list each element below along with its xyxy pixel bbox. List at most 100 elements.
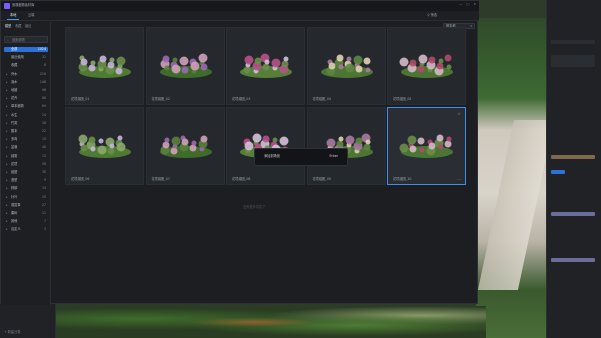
category-item[interactable]: 全部 1024: [4, 47, 48, 52]
asset-name: 花境组团_05: [393, 96, 412, 101]
chevron-right-icon: ▸: [6, 145, 8, 150]
asset-name: 花境组团_10: [393, 176, 412, 181]
close-icon[interactable]: ×: [473, 2, 476, 6]
category-count: 20: [41, 194, 46, 199]
tab-cloud[interactable]: 云端: [25, 13, 37, 20]
category-count: 56: [41, 161, 46, 166]
category-item[interactable]: ▸ 花境 56: [4, 162, 48, 167]
sidebar-tab-favorites[interactable]: 收藏: [15, 24, 21, 28]
sidebar-tab-models[interactable]: 模型: [5, 24, 11, 28]
asset-card[interactable]: 花境组团_06: [65, 107, 144, 185]
category-item[interactable]: ▸ 花卉 88: [4, 96, 48, 101]
asset-card[interactable]: 花境组团_08: [226, 107, 305, 185]
chevron-right-icon: ▸: [6, 153, 8, 158]
category-count: 22: [41, 129, 46, 133]
chevron-right-icon: ▸: [6, 202, 8, 207]
asset-name: 花境组团_04: [312, 96, 331, 101]
category-item[interactable]: ▸ 地被 96: [4, 88, 48, 93]
category-label: 地被: [11, 88, 18, 92]
asset-name: 花境组团_09: [312, 176, 331, 181]
category-count: 14: [41, 186, 46, 191]
category-count: 64: [41, 104, 46, 109]
category-count: 96: [41, 88, 46, 92]
category-sidebar: 模型 收藏 最近 ⌕ 搜索植物 全部 1024 最近使用 32 收藏 8 ▸ 乔木 216 ▸ 灌木…: [1, 22, 51, 334]
category-label: 草本植物: [11, 104, 24, 109]
category-label: 组团: [11, 170, 18, 174]
asset-library-dialog: 景观植物素材库 — □ × 本地 云端 ⚲ 筛选 按名称 ▾ 模型 收藏 最近 ⌕ …: [0, 0, 479, 334]
search-input[interactable]: ⌕ 搜索植物: [4, 36, 48, 43]
category-label: 乔木: [11, 71, 18, 76]
filter-button[interactable]: ⚲ 筛选: [427, 13, 437, 17]
category-item[interactable]: ▸ 针叶 20: [4, 195, 48, 200]
category-item[interactable]: ▸ 自定义 3: [4, 227, 48, 232]
category-count: 24: [41, 112, 46, 117]
top-tabs: 本地 云端 ⚲ 筛选 按名称 ▾: [1, 11, 479, 29]
asset-card[interactable]: 花境组团_01: [65, 27, 144, 105]
plant-thumbnail: [399, 54, 453, 78]
chevron-right-icon: ▸: [6, 194, 8, 199]
chevron-right-icon: ▸: [6, 186, 8, 191]
chevron-right-icon: ▸: [6, 112, 8, 117]
chevron-right-icon: ▸: [6, 88, 8, 92]
sidebar-tab-recent[interactable]: 最近: [25, 24, 31, 28]
category-label: 花卉: [11, 96, 18, 101]
category-count: 27: [41, 202, 46, 207]
add-category-button[interactable]: + 新建分类: [4, 318, 48, 333]
category-label: 藤本: [11, 129, 18, 133]
chevron-right-icon: ▸: [6, 137, 8, 142]
category-item[interactable]: ▸ 藤本 22: [4, 129, 48, 134]
category-item[interactable]: ▸ 棕榈 14: [4, 186, 48, 191]
asset-name: 花境组团_03: [232, 96, 251, 101]
asset-card[interactable]: 花境组团_09: [306, 107, 386, 185]
category-count: 12: [41, 153, 46, 158]
category-item[interactable]: ▸ 观赏草 27: [4, 203, 48, 208]
plant-thumbnail: [320, 54, 373, 78]
chevron-right-icon: ▸: [6, 161, 8, 166]
category-count: 88: [41, 96, 46, 101]
category-item[interactable]: ▸ 果树 11: [4, 211, 48, 216]
asset-card[interactable]: 花境组团_10 ☆ ⋯: [387, 107, 466, 185]
category-item[interactable]: ▸ 竹类 18: [4, 121, 48, 126]
category-item[interactable]: ▸ 其他 7: [4, 219, 48, 224]
plant-thumbnail: [78, 134, 131, 158]
category-label: 收藏: [11, 63, 18, 68]
category-count: 40: [41, 145, 46, 150]
category-label: 针叶: [11, 194, 18, 199]
category-item[interactable]: ▸ 乔木 216: [4, 72, 48, 77]
chevron-right-icon: ▸: [6, 211, 8, 215]
asset-name: 花境组团_07: [151, 176, 170, 181]
category-item[interactable]: 最近使用 32: [4, 55, 48, 60]
category-item[interactable]: 收藏 8: [4, 63, 48, 68]
plant-thumbnail: [240, 53, 292, 78]
asset-card[interactable]: 花境组团_02: [145, 27, 225, 105]
asset-name: 花境组团_02: [151, 96, 170, 101]
asset-card[interactable]: 花境组团_04: [306, 27, 386, 105]
search-icon: ⌕: [7, 38, 9, 42]
minimize-icon[interactable]: —: [459, 2, 462, 6]
end-of-list-hint: 没有更多内容了: [243, 205, 266, 209]
category-item[interactable]: ▸ 灌木 148: [4, 80, 48, 85]
category-label: 果树: [11, 211, 18, 215]
favorite-icon[interactable]: ☆: [457, 111, 461, 116]
category-item[interactable]: ▸ 多肉 15: [4, 137, 48, 142]
category-label: 绿篱: [11, 153, 18, 158]
category-item[interactable]: ▸ 草本植物 64: [4, 104, 48, 109]
plant-thumbnail: [159, 53, 212, 78]
chevron-right-icon: ▸: [6, 96, 8, 101]
title-bar: 景观植物素材库 — □ ×: [1, 1, 479, 11]
asset-card[interactable]: 花境组团_05: [387, 27, 466, 105]
asset-name: 花境组团_06: [71, 176, 90, 181]
viewport-plants: [56, 306, 486, 338]
maximize-icon[interactable]: □: [466, 2, 469, 6]
more-icon[interactable]: ⋯: [457, 177, 461, 182]
category-item[interactable]: ▸ 绿篱 12: [4, 154, 48, 159]
chevron-right-icon: ▸: [6, 178, 8, 183]
category-item[interactable]: ▸ 组团 30: [4, 170, 48, 175]
category-item[interactable]: ▸ 盆栽 40: [4, 145, 48, 150]
asset-card[interactable]: 花境组团_07: [145, 107, 225, 185]
category-count: 148: [39, 79, 46, 84]
category-item[interactable]: ▸ 水生 24: [4, 113, 48, 118]
category-item[interactable]: ▸ 造型 9: [4, 178, 48, 183]
tab-local[interactable]: 本地: [7, 13, 20, 20]
asset-card[interactable]: 花境组团_03: [226, 27, 305, 105]
